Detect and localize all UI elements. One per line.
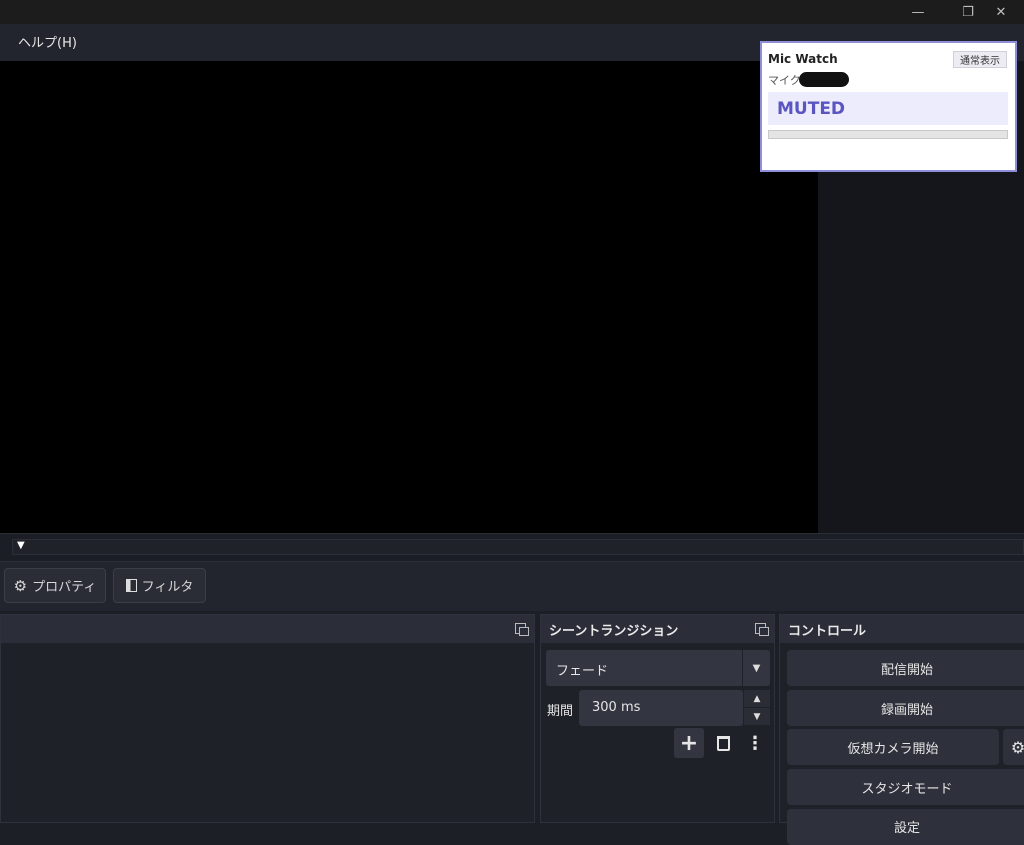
mic-level-meter — [768, 130, 1008, 139]
minimize-button[interactable]: — — [895, 0, 941, 24]
gear-icon: ⚙ — [1010, 737, 1024, 757]
close-icon: ✕ — [995, 4, 1007, 20]
controls-title: コントロール — [788, 623, 867, 639]
title-bar — [0, 0, 1024, 24]
undock-icon[interactable] — [755, 623, 769, 636]
undock-icon[interactable] — [515, 623, 529, 636]
split-handle[interactable] — [12, 539, 1024, 555]
properties-label: プロパティ — [32, 580, 97, 595]
filters-button[interactable]: フィルタ — [113, 568, 206, 603]
duration-value: 300 ms — [592, 700, 641, 715]
mic-name-redacted — [799, 72, 849, 87]
restore-icon: ❐ — [962, 4, 974, 20]
transition-selected-value: フェード — [556, 664, 609, 679]
collapse-toggle-icon[interactable]: ▼ — [17, 540, 25, 551]
duration-label: 期間 — [547, 704, 574, 719]
start-recording-button[interactable]: 録画開始 — [787, 690, 1024, 726]
close-button[interactable]: ✕ — [978, 0, 1024, 24]
trash-icon — [716, 735, 730, 751]
mode-toggle-button[interactable]: 通常表示 — [953, 51, 1007, 68]
preview-canvas[interactable] — [0, 61, 818, 533]
filter-icon — [125, 579, 137, 592]
start-streaming-button[interactable]: 配信開始 — [787, 650, 1024, 686]
scene-transition-title: シーントランジション — [549, 623, 679, 639]
controls-header: コントロール — [780, 615, 1024, 643]
gear-icon: ⚙ — [13, 576, 28, 595]
properties-button[interactable]: ⚙ プロパティ — [4, 568, 106, 603]
sources-dock — [0, 614, 535, 823]
more-options-button[interactable]: ⋮ — [740, 728, 770, 758]
studio-mode-button[interactable]: スタジオモード — [787, 769, 1024, 805]
chevron-down-icon[interactable]: ▼ — [742, 650, 770, 686]
minimize-icon: — — [911, 4, 925, 20]
mic-label: マイク — [768, 74, 801, 87]
scene-transition-header: シーントランジション — [541, 615, 774, 643]
virtual-camera-settings-button[interactable]: ⚙ — [1003, 729, 1024, 765]
mic-status-text: MUTED — [777, 99, 846, 119]
mic-watch-title: Mic Watch — [768, 52, 838, 66]
filters-label: フィルタ — [141, 580, 194, 595]
chevron-up-icon[interactable]: ▲ — [744, 690, 770, 707]
add-transition-button[interactable]: + — [674, 728, 704, 758]
delete-transition-button[interactable] — [708, 728, 738, 758]
sources-dock-header — [1, 615, 534, 643]
settings-button[interactable]: 設定 — [787, 809, 1024, 845]
menu-help[interactable]: ヘルプ(H) — [18, 32, 77, 51]
more-vertical-icon: ⋮ — [746, 732, 764, 754]
start-virtual-camera-button[interactable]: 仮想カメラ開始 — [787, 729, 999, 765]
chevron-down-icon[interactable]: ▼ — [744, 708, 770, 725]
plus-icon: + — [679, 730, 699, 756]
